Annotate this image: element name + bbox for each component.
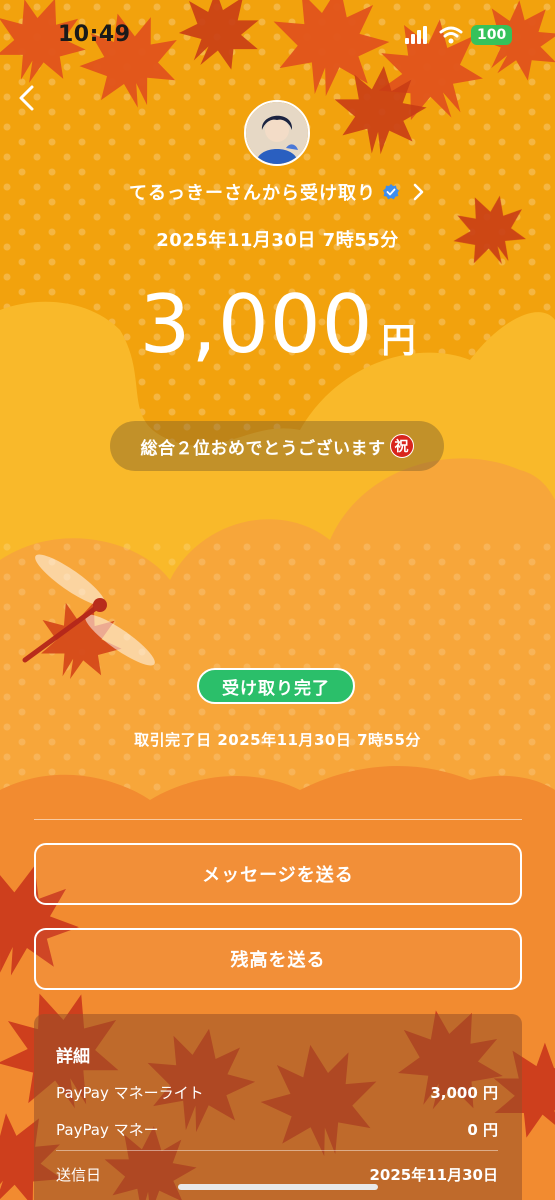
status-badge: 受け取り完了 xyxy=(197,668,355,704)
payment-datetime: 2025年11月30日 7時55分 xyxy=(156,230,399,251)
details-card: 詳細 PayPay マネーライト 3,000 円 PayPay マネー 0 円 … xyxy=(34,1014,522,1200)
chevron-left-icon xyxy=(19,85,34,111)
detail-label: PayPay マネーライト xyxy=(56,1084,204,1102)
detail-divider xyxy=(56,1150,498,1151)
detail-row: PayPay マネーライト 3,000 円 xyxy=(56,1082,498,1103)
detail-label: PayPay マネー xyxy=(56,1121,159,1139)
battery-icon: 100 xyxy=(471,25,513,45)
send-message-button[interactable]: メッセージを送る xyxy=(34,843,522,905)
home-indicator[interactable] xyxy=(178,1184,378,1190)
send-balance-button[interactable]: 残高を送る xyxy=(34,928,522,990)
payment-message: 総合２位おめでとうございます xyxy=(140,438,386,459)
detail-label: 送信日 xyxy=(56,1166,102,1184)
chevron-right-icon xyxy=(413,183,424,201)
sender-avatar[interactable] xyxy=(244,100,310,166)
celebration-emoji-icon: 祝 xyxy=(389,434,414,458)
back-button[interactable] xyxy=(8,80,44,116)
amount-row: 3,000 円 xyxy=(0,285,555,365)
amount-value: 3,000 xyxy=(139,278,374,371)
currency-label: 円 xyxy=(381,321,416,361)
divider xyxy=(34,819,522,820)
sender-name: てるっきーさんから受け取り xyxy=(129,183,376,204)
details-title: 詳細 xyxy=(56,1047,90,1067)
completion-date-value: 2025年11月30日 7時55分 xyxy=(217,731,421,749)
sender-row[interactable]: てるっきーさんから受け取り xyxy=(0,179,555,205)
detail-row: 送信日 2025年11月30日 xyxy=(56,1164,498,1185)
completion-date-label: 取引完了日 xyxy=(134,731,212,749)
status-bar-time: 10:49 xyxy=(58,22,131,47)
detail-value: 2025年11月30日 xyxy=(369,1166,499,1184)
avatar-image xyxy=(246,102,308,164)
detail-value: 3,000 円 xyxy=(430,1084,498,1102)
detail-row: PayPay マネー 0 円 xyxy=(56,1119,498,1140)
wifi-icon xyxy=(439,26,463,44)
completion-date: 取引完了日 2025年11月30日 7時55分 xyxy=(0,729,555,750)
screen: 10:49 100 てるっきーさんから受け取り 2025年11月30日 7時55… xyxy=(0,0,555,1200)
cellular-signal-icon xyxy=(405,26,427,44)
message-pill: 総合２位おめでとうございます 祝 xyxy=(110,421,444,471)
verified-badge-icon xyxy=(383,184,399,200)
status-bar-icons: 100 xyxy=(405,25,513,45)
detail-value: 0 円 xyxy=(467,1121,498,1139)
